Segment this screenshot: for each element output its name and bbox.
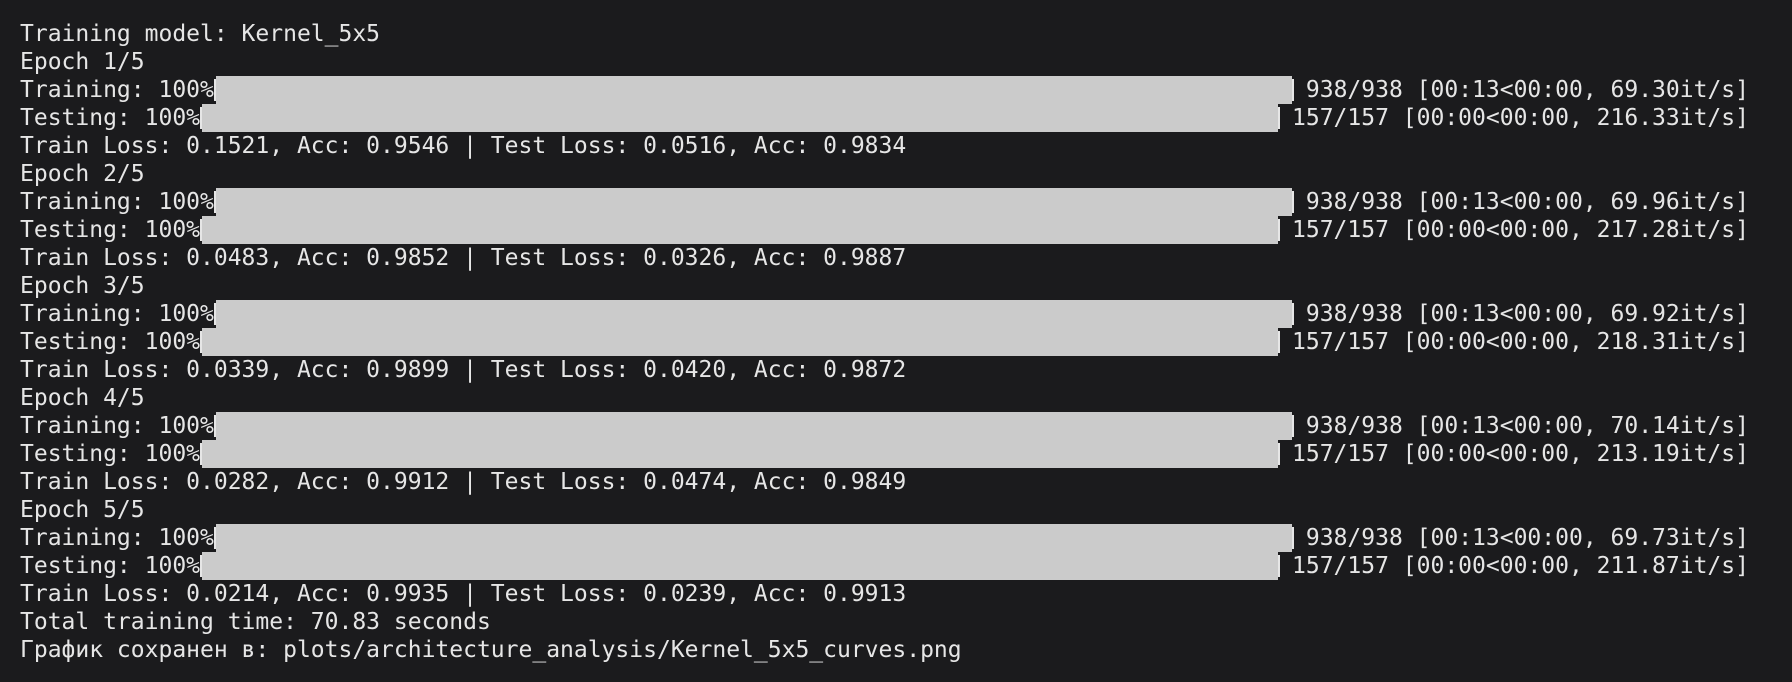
progress-bar-right-edge: [1291, 527, 1294, 549]
progress-bar-fill: [202, 328, 1279, 356]
epoch-summary: Train Loss: 0.0339, Acc: 0.9899 | Test L…: [20, 357, 907, 383]
testing-progress-line: Testing: 100% 157/157 [00:00<00:00, 218.3…: [20, 328, 1792, 356]
epoch-label-line: Epoch 2/5: [20, 160, 1792, 188]
progress-bar-right-edge: [1278, 107, 1281, 129]
progress-bar-right-edge: [1278, 219, 1281, 241]
testing-progress-stats: 157/157 [00:00<00:00, 216.33it/s]: [1292, 105, 1749, 131]
training-progress-prefix: Training: 100%: [20, 301, 214, 327]
progress-bar-fill: [202, 104, 1279, 132]
progress-bar-right-edge: [1291, 415, 1294, 437]
epoch-label-line: Epoch 4/5: [20, 384, 1792, 412]
epoch-summary: Train Loss: 0.1521, Acc: 0.9546 | Test L…: [20, 133, 907, 159]
progress-bar-fill: [202, 216, 1279, 244]
epoch-summary: Train Loss: 0.0483, Acc: 0.9852 | Test L…: [20, 245, 907, 271]
progress-bar-fill: [215, 76, 1292, 104]
progress-bar-track: [215, 188, 1292, 216]
training-progress-prefix: Training: 100%: [20, 525, 214, 551]
testing-progress-prefix: Testing: 100%: [20, 105, 201, 131]
progress-bar-right-edge: [1291, 191, 1294, 213]
testing-progress-bar: [200, 104, 1281, 132]
epoch-summary: Train Loss: 0.0214, Acc: 0.9935 | Test L…: [20, 581, 907, 607]
epoch-label: Epoch 2/5: [20, 161, 145, 187]
training-progress-bar: [213, 412, 1294, 440]
epoch-summary-line: Train Loss: 0.0214, Acc: 0.9935 | Test L…: [20, 580, 1792, 608]
progress-bar-track: [215, 300, 1292, 328]
training-progress-stats: 938/938 [00:13<00:00, 69.73it/s]: [1305, 525, 1749, 551]
testing-progress-bar: [200, 216, 1281, 244]
training-progress-bar: [213, 188, 1294, 216]
epoch-summary-line: Train Loss: 0.0339, Acc: 0.9899 | Test L…: [20, 356, 1792, 384]
progress-bar-fill: [215, 524, 1292, 552]
testing-progress-bar: [200, 440, 1281, 468]
testing-progress-stats: 157/157 [00:00<00:00, 218.31it/s]: [1292, 329, 1749, 355]
training-progress-stats: 938/938 [00:13<00:00, 69.30it/s]: [1305, 77, 1749, 103]
progress-bar-fill: [202, 440, 1279, 468]
testing-progress-stats: 157/157 [00:00<00:00, 213.19it/s]: [1292, 441, 1749, 467]
progress-bar-fill: [215, 412, 1292, 440]
epoch-label: Epoch 5/5: [20, 497, 145, 523]
testing-progress-stats: 157/157 [00:00<00:00, 217.28it/s]: [1292, 217, 1749, 243]
testing-progress-bar: [200, 328, 1281, 356]
training-progress-prefix: Training: 100%: [20, 413, 214, 439]
epoch-label: Epoch 4/5: [20, 385, 145, 411]
epoch-list: Epoch 1/5 Training: 100% 938/938 [00:13<00…: [20, 48, 1792, 608]
testing-progress-prefix: Testing: 100%: [20, 217, 201, 243]
total-time-line: Total training time: 70.83 seconds: [20, 609, 491, 635]
progress-bar-track: [215, 524, 1292, 552]
training-progress-line: Training: 100% 938/938 [00:13<00:00, 70.1…: [20, 412, 1792, 440]
training-progress-bar: [213, 300, 1294, 328]
terminal-output: Training model: Kernel_5x5 Epoch 1/5 Trai…: [20, 20, 1792, 664]
epoch-summary: Train Loss: 0.0282, Acc: 0.9912 | Test L…: [20, 469, 907, 495]
training-progress-line: Training: 100% 938/938 [00:13<00:00, 69.3…: [20, 76, 1792, 104]
training-progress-line: Training: 100% 938/938 [00:13<00:00, 69.7…: [20, 524, 1792, 552]
progress-bar-track: [202, 216, 1279, 244]
epoch-label-line: Epoch 5/5: [20, 496, 1792, 524]
training-progress-prefix: Training: 100%: [20, 189, 214, 215]
testing-progress-prefix: Testing: 100%: [20, 441, 201, 467]
training-progress-bar: [213, 76, 1294, 104]
progress-bar-track: [202, 328, 1279, 356]
epoch-label-line: Epoch 3/5: [20, 272, 1792, 300]
training-progress-line: Training: 100% 938/938 [00:13<00:00, 69.9…: [20, 300, 1792, 328]
saved-path-line: График сохранен в: plots/architecture_an…: [20, 637, 962, 663]
testing-progress-line: Testing: 100% 157/157 [00:00<00:00, 216.3…: [20, 104, 1792, 132]
testing-progress-bar: [200, 552, 1281, 580]
epoch-label: Epoch 1/5: [20, 49, 145, 75]
progress-bar-right-edge: [1291, 303, 1294, 325]
progress-bar-right-edge: [1278, 331, 1281, 353]
progress-bar-track: [202, 440, 1279, 468]
progress-bar-fill: [202, 552, 1279, 580]
training-progress-prefix: Training: 100%: [20, 77, 214, 103]
epoch-summary-line: Train Loss: 0.0483, Acc: 0.9852 | Test L…: [20, 244, 1792, 272]
epoch-summary-line: Train Loss: 0.0282, Acc: 0.9912 | Test L…: [20, 468, 1792, 496]
training-progress-stats: 938/938 [00:13<00:00, 69.92it/s]: [1305, 301, 1749, 327]
progress-bar-fill: [215, 300, 1292, 328]
epoch-summary-line: Train Loss: 0.1521, Acc: 0.9546 | Test L…: [20, 132, 1792, 160]
testing-progress-prefix: Testing: 100%: [20, 329, 201, 355]
progress-bar-track: [202, 552, 1279, 580]
testing-progress-line: Testing: 100% 157/157 [00:00<00:00, 217.2…: [20, 216, 1792, 244]
progress-bar-fill: [215, 188, 1292, 216]
training-progress-stats: 938/938 [00:13<00:00, 70.14it/s]: [1305, 413, 1749, 439]
testing-progress-prefix: Testing: 100%: [20, 553, 201, 579]
header-line: Training model: Kernel_5x5: [20, 21, 381, 47]
testing-progress-line: Testing: 100% 157/157 [00:00<00:00, 211.8…: [20, 552, 1792, 580]
training-progress-line: Training: 100% 938/938 [00:13<00:00, 69.9…: [20, 188, 1792, 216]
progress-bar-right-edge: [1278, 555, 1281, 577]
progress-bar-track: [215, 76, 1292, 104]
progress-bar-right-edge: [1291, 79, 1294, 101]
testing-progress-stats: 157/157 [00:00<00:00, 211.87it/s]: [1292, 553, 1749, 579]
epoch-label-line: Epoch 1/5: [20, 48, 1792, 76]
training-progress-stats: 938/938 [00:13<00:00, 69.96it/s]: [1305, 189, 1749, 215]
progress-bar-right-edge: [1278, 443, 1281, 465]
progress-bar-track: [215, 412, 1292, 440]
training-progress-bar: [213, 524, 1294, 552]
testing-progress-line: Testing: 100% 157/157 [00:00<00:00, 213.1…: [20, 440, 1792, 468]
progress-bar-track: [202, 104, 1279, 132]
epoch-label: Epoch 3/5: [20, 273, 145, 299]
